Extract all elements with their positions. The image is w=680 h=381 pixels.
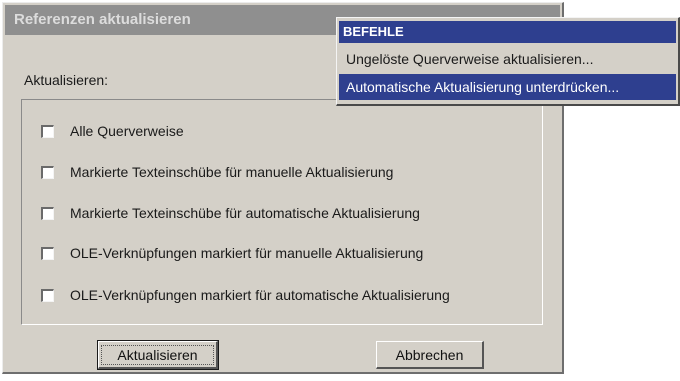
option-label: Markierte Texteinschübe für manuelle Akt… [70,164,394,180]
checkbox[interactable] [41,288,54,302]
option-label: OLE-Verknüpfungen markiert für manuelle … [70,245,424,261]
option-all-cross-references[interactable]: Alle Querverweise [41,121,184,141]
option-label: OLE-Verknüpfungen markiert für automatis… [70,287,450,303]
update-button[interactable]: Aktualisieren [97,340,219,370]
checkbox[interactable] [41,246,54,260]
update-button-label: Aktualisieren [101,344,214,365]
option-label: Alle Querverweise [70,123,184,139]
update-section-label: Aktualisieren: [24,72,109,88]
checkbox[interactable] [41,165,54,179]
checkbox[interactable] [41,206,54,220]
option-ole-links-automatic[interactable]: OLE-Verknüpfungen markiert für automatis… [41,285,450,305]
option-text-insets-manual[interactable]: Markierte Texteinschübe für manuelle Akt… [41,162,393,182]
commands-context-menu: BEFEHLE Ungelöste Querverweise aktualisi… [336,17,680,106]
cancel-button-label: Abbrechen [395,346,464,363]
option-label: Markierte Texteinschübe für automatische… [70,205,420,221]
cancel-button[interactable]: Abbrechen [376,341,484,369]
checkbox[interactable] [41,124,54,138]
option-ole-links-manual[interactable]: OLE-Verknüpfungen markiert für manuelle … [41,243,423,263]
menu-header: BEFEHLE [339,21,676,43]
dialog-title: Referenzen aktualisieren [14,11,191,28]
menu-item-suppress-automatic-updating[interactable]: Automatische Aktualisierung unterdrücken… [339,74,676,100]
option-text-insets-automatic[interactable]: Markierte Texteinschübe für automatische… [41,203,420,223]
menu-item-update-unresolved-cross-references[interactable]: Ungelöste Querverweise aktualisieren... [339,46,676,72]
